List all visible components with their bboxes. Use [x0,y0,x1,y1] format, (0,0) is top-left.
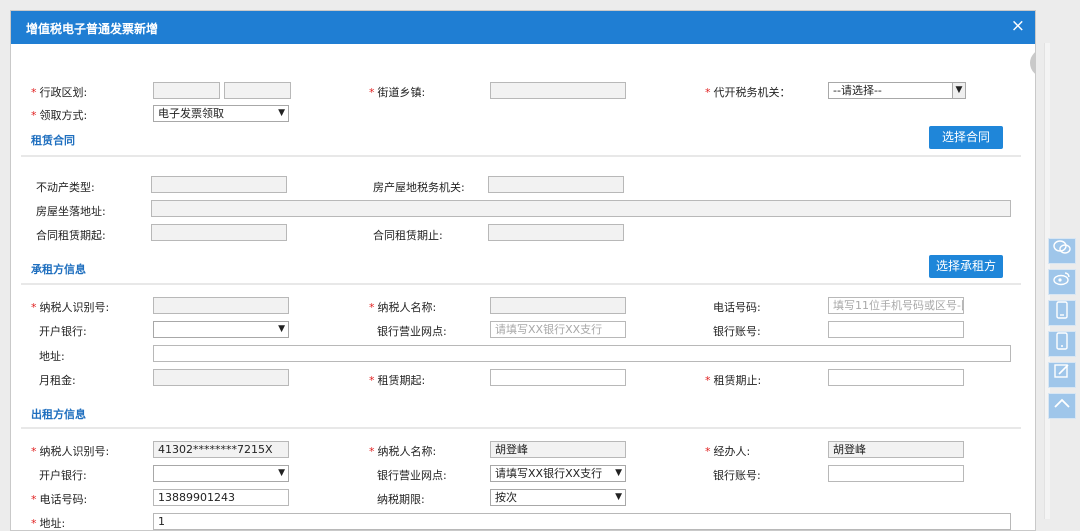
lease-divider [21,155,1021,157]
lessee-taxid-label: * 纳税人识别号: [31,301,110,314]
lessor-branch-select[interactable]: 请填写XX银行XX支行 ▼ [490,465,626,482]
lessee-divider [21,283,1021,285]
lessee-phone-input[interactable]: 填写11位手机号码或区号-固 [828,297,964,314]
chevron-down-icon: ▼ [615,492,622,502]
contract-end-label: 合同租赁期止: [373,229,443,242]
dialog-titlebar: 增值税电子普通发票新增 × [11,11,1035,44]
invoice-dialog: 增值税电子普通发票新增 × * 行政区划: * 街道乡镇: * 代开税务机关： --请… [10,10,1036,531]
lessor-branch-label: 银行营业网点: [377,469,447,482]
contract-end-field[interactable] [488,224,624,241]
contract-start-field[interactable] [151,224,287,241]
lessor-address-input[interactable]: 1 [153,513,1011,530]
lessee-phone-label: 电话号码: [713,301,761,314]
lessor-phone-input[interactable]: 13889901243 [153,489,289,506]
lessor-account-label: 银行账号: [713,469,761,482]
lessee-account-label: 银行账号: [713,325,761,338]
lessee-taxid-field[interactable] [153,297,289,314]
lessee-address-input[interactable] [153,345,1011,362]
lessor-divider [21,427,1021,429]
monthly-rent-field[interactable] [153,369,289,386]
lessor-section-title: 出租方信息 [31,408,86,421]
lessee-name-label: * 纳税人名称: [369,301,437,314]
lessee-bank-select[interactable]: ▼ [153,321,289,338]
street-label: * 街道乡镇: [369,86,426,99]
agent-field[interactable]: 胡登峰 [828,441,964,458]
period-start-label: * 租赁期起: [369,374,426,387]
lessor-name-label: * 纳税人名称: [369,445,437,458]
period-end-input[interactable] [828,369,964,386]
lessee-address-label: 地址: [39,350,65,363]
dialog-body: * 行政区划: * 街道乡镇: * 代开税务机关： --请选择-- ▼ * 领取方式: 电… [11,44,1035,530]
property-address-label: 房屋坐落地址: [36,205,106,218]
property-type-field[interactable] [151,176,287,193]
period-start-input[interactable] [490,369,626,386]
chevron-down-icon: ▼ [278,108,285,118]
mobile-icon[interactable] [1048,300,1076,326]
receive-method-label: * 领取方式: [31,109,88,122]
lessor-phone-label: * 电话号码: [31,493,88,506]
lessee-branch-input[interactable]: 请填写XX银行XX支行 [490,321,626,338]
lessee-account-input[interactable] [828,321,964,338]
lessor-taxid-field[interactable]: 41302********7215X [153,441,289,458]
period-end-label: * 租赁期止: [705,374,762,387]
chevron-down-icon: ▼ [278,324,285,334]
lessor-bank-label: 开户银行: [39,469,87,482]
dialog-title: 增值税电子普通发票新增 [26,22,159,36]
lessee-name-field[interactable] [490,297,626,314]
lessor-name-field[interactable]: 胡登峰 [490,441,626,458]
chevron-down-icon: ▼ [952,83,965,98]
lessee-branch-label: 银行营业网点: [377,325,447,338]
agent-label: * 经办人: [705,445,751,458]
chevron-down-icon: ▼ [278,468,285,478]
mobile-alt-icon[interactable] [1048,331,1076,357]
weibo-icon[interactable] [1048,269,1076,295]
tax-period-label: 纳税期限: [377,493,425,506]
property-type-label: 不动产类型: [36,181,95,194]
lessee-section-title: 承租方信息 [31,263,86,276]
wechat-icon[interactable] [1048,238,1076,264]
district-city-field[interactable] [224,82,291,99]
lease-section-title: 租赁合同 [31,134,75,147]
lessor-bank-select[interactable]: ▼ [153,465,289,482]
street-field[interactable] [490,82,626,99]
receive-method-select[interactable]: 电子发票领取 ▼ [153,105,289,122]
edit-icon[interactable] [1048,362,1076,388]
tax-office-label: * 代开税务机关： [705,86,791,99]
property-tax-office-field[interactable] [488,176,624,193]
tax-period-select[interactable]: 按次 ▼ [490,489,626,506]
tax-office-select[interactable]: --请选择-- ▼ [828,82,966,99]
back-to-top-icon[interactable] [1048,393,1076,419]
property-address-field[interactable] [151,200,1011,217]
lessor-taxid-label: * 纳税人识别号: [31,445,110,458]
monthly-rent-label: 月租金: [39,374,76,387]
lessor-account-input[interactable] [828,465,964,482]
close-icon[interactable]: × [1011,17,1025,35]
district-province-field[interactable] [153,82,220,99]
property-tax-office-label: 房产屋地税务机关: [373,181,465,194]
chevron-down-icon: ▼ [615,468,622,478]
district-label: * 行政区划: [31,86,88,99]
select-contract-button[interactable]: 选择合同 [929,126,1003,149]
lessee-bank-label: 开户银行: [39,325,87,338]
select-lessee-button[interactable]: 选择承租方 [929,255,1003,278]
contract-start-label: 合同租赁期起: [36,229,106,242]
